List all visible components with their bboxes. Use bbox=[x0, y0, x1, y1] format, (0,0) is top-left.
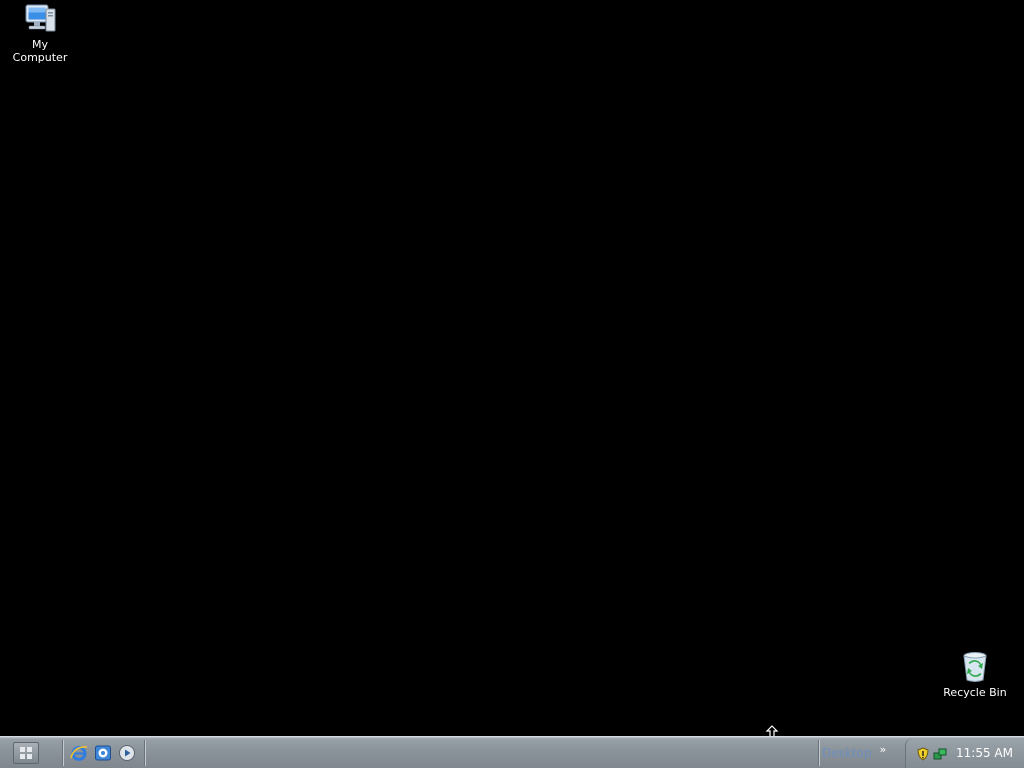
start-button[interactable] bbox=[13, 742, 39, 764]
taskbar-buttons-area[interactable] bbox=[148, 740, 816, 766]
desktop-icon-label: Recycle Bin bbox=[943, 686, 1007, 699]
taskbar: Desktop » 11:55 AM bbox=[0, 736, 1024, 768]
toolbar-separator bbox=[818, 740, 820, 766]
outlook-express-icon[interactable] bbox=[94, 744, 112, 762]
start-grid-icon bbox=[20, 747, 32, 759]
desktop-toolbar[interactable]: Desktop » bbox=[822, 743, 887, 762]
quick-launch-toolbar bbox=[70, 744, 136, 762]
security-shield-icon[interactable] bbox=[916, 746, 930, 761]
desktop-toolbar-label: Desktop bbox=[822, 746, 872, 760]
desktop[interactable]: My Computer Recycle Bin bbox=[0, 0, 1024, 747]
my-computer-icon bbox=[23, 2, 57, 36]
internet-explorer-icon[interactable] bbox=[70, 744, 88, 762]
desktop-icon-label: My Computer bbox=[12, 38, 68, 64]
toolbar-separator bbox=[144, 740, 146, 766]
desktop-icon-my-computer[interactable]: My Computer bbox=[0, 2, 80, 64]
toolbar-overflow-chevron[interactable]: » bbox=[880, 743, 887, 756]
recycle-bin-icon bbox=[958, 650, 992, 684]
clock[interactable]: 11:55 AM bbox=[956, 746, 1013, 760]
media-player-icon[interactable] bbox=[118, 744, 136, 762]
network-icon[interactable] bbox=[933, 746, 947, 760]
toolbar-separator bbox=[62, 740, 64, 766]
desktop-icon-recycle-bin[interactable]: Recycle Bin bbox=[935, 650, 1015, 699]
notification-area: 11:55 AM bbox=[905, 738, 1024, 768]
